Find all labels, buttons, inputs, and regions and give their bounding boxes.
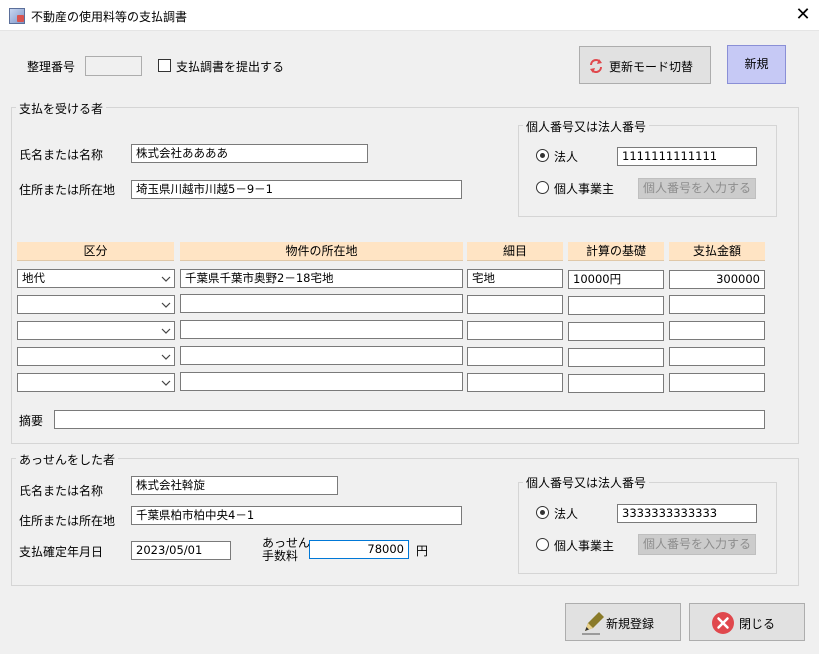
broker-name-field[interactable]: 株式会社斡旋 xyxy=(131,476,338,495)
close-button[interactable]: 閉じる xyxy=(689,603,805,641)
close-button-label: 閉じる xyxy=(739,617,776,631)
close-icon xyxy=(712,612,734,634)
new-button[interactable]: 新規 xyxy=(727,45,786,84)
amount-field[interactable] xyxy=(669,295,765,314)
title-bar: 不動産の使用料等の支払調書 ✕ xyxy=(0,0,819,31)
detail-field[interactable] xyxy=(467,347,563,366)
basis-field[interactable] xyxy=(568,296,664,315)
payee-number-group xyxy=(518,125,777,217)
seiri-label: 整理番号 xyxy=(27,60,76,74)
detail-field[interactable] xyxy=(467,295,563,314)
seiri-number-field[interactable] xyxy=(85,56,142,76)
broker-individual-label: 個人事業主 xyxy=(554,539,615,553)
header-detail: 細目 xyxy=(467,242,563,261)
chevron-down-icon xyxy=(161,380,171,386)
kubun-value: 地代 xyxy=(22,271,45,285)
header-amount: 支払金額 xyxy=(669,242,765,261)
location-field[interactable] xyxy=(180,346,463,365)
payee-corp-number-field[interactable]: 1111111111111 xyxy=(617,147,757,166)
broker-corp-radio[interactable] xyxy=(536,506,549,519)
broker-address-field[interactable]: 千葉県柏市柏中央4－1 xyxy=(131,506,462,525)
payee-name-field[interactable]: 株式会社ああああ xyxy=(131,144,368,163)
payee-address-label: 住所または所在地 xyxy=(19,183,116,197)
kubun-select[interactable] xyxy=(17,347,175,366)
kubun-select[interactable] xyxy=(17,373,175,392)
broker-enter-number-button[interactable]: 個人番号を入力する xyxy=(638,534,756,555)
pencil-icon xyxy=(582,612,604,635)
summary-field[interactable] xyxy=(54,410,765,429)
header-location: 物件の所在地 xyxy=(180,242,463,261)
header-basis: 計算の基礎 xyxy=(568,242,664,261)
submit-checkbox[interactable] xyxy=(158,59,171,72)
amount-field[interactable] xyxy=(669,321,765,340)
payee-name-label: 氏名または名称 xyxy=(19,148,104,162)
chevron-down-icon xyxy=(161,276,171,282)
payee-enter-number-button[interactable]: 個人番号を入力する xyxy=(638,178,756,199)
basis-field[interactable] xyxy=(568,322,664,341)
basis-field[interactable] xyxy=(568,374,664,393)
amount-field[interactable] xyxy=(669,347,765,366)
refresh-icon xyxy=(590,59,602,73)
payee-group-title: 支払を受ける者 xyxy=(16,100,107,117)
payee-address-field[interactable]: 埼玉県川越市川越5－9－1 xyxy=(131,180,462,199)
amount-field[interactable] xyxy=(669,373,765,392)
payee-individual-label: 個人事業主 xyxy=(554,182,615,196)
broker-address-label: 住所または所在地 xyxy=(19,514,116,528)
location-field[interactable] xyxy=(180,372,463,391)
payee-corp-radio[interactable] xyxy=(536,149,549,162)
chevron-down-icon xyxy=(161,328,171,334)
window-title: 不動産の使用料等の支払調書 xyxy=(31,10,188,24)
detail-field[interactable] xyxy=(467,373,563,392)
mode-toggle-button[interactable]: 更新モード切替 xyxy=(579,46,711,84)
payee-corp-label: 法人 xyxy=(554,150,579,164)
chevron-down-icon xyxy=(161,354,171,360)
broker-corp-label: 法人 xyxy=(554,507,579,521)
register-button-label: 新規登録 xyxy=(606,617,655,631)
broker-number-group xyxy=(518,482,777,574)
payment-date-field[interactable]: 2023/05/01 xyxy=(131,541,231,560)
detail-field[interactable] xyxy=(467,321,563,340)
mode-toggle-label: 更新モード切替 xyxy=(609,60,694,74)
kubun-select[interactable] xyxy=(17,321,175,340)
broker-name-label: 氏名または名称 xyxy=(19,484,104,498)
detail-field[interactable]: 宅地 xyxy=(467,269,563,288)
location-field[interactable]: 千葉県千葉市奥野2－18宅地 xyxy=(180,269,463,288)
register-button[interactable]: 新規登録 xyxy=(565,603,681,641)
basis-field[interactable]: 10000円 xyxy=(568,270,664,289)
kubun-select[interactable] xyxy=(17,295,175,314)
broker-corp-number-field[interactable]: 3333333333333 xyxy=(617,504,757,523)
broker-number-group-title: 個人番号又は法人番号 xyxy=(523,474,650,491)
amount-field[interactable]: 300000 xyxy=(669,270,765,289)
summary-label: 摘要 xyxy=(19,414,44,428)
broker-fee-label-line2: 手数料 xyxy=(262,549,299,563)
window-close-button[interactable]: ✕ xyxy=(787,0,819,31)
kubun-select[interactable]: 地代 xyxy=(17,269,175,288)
basis-field[interactable] xyxy=(568,348,664,367)
broker-fee-unit: 円 xyxy=(416,544,429,558)
payee-number-group-title: 個人番号又は法人番号 xyxy=(523,118,650,135)
broker-fee-label: あっせん 手数料 xyxy=(262,537,310,563)
chevron-down-icon xyxy=(161,302,171,308)
broker-fee-field[interactable]: 78000 xyxy=(309,540,409,559)
payee-individual-radio[interactable] xyxy=(536,181,549,194)
broker-group-title: あっせんをした者 xyxy=(16,451,119,468)
submit-checkbox-label: 支払調書を提出する xyxy=(176,60,285,74)
broker-individual-radio[interactable] xyxy=(536,538,549,551)
location-field[interactable] xyxy=(180,294,463,313)
header-kubun: 区分 xyxy=(17,242,174,261)
location-field[interactable] xyxy=(180,320,463,339)
payment-date-label: 支払確定年月日 xyxy=(19,545,104,559)
app-icon xyxy=(9,8,25,24)
